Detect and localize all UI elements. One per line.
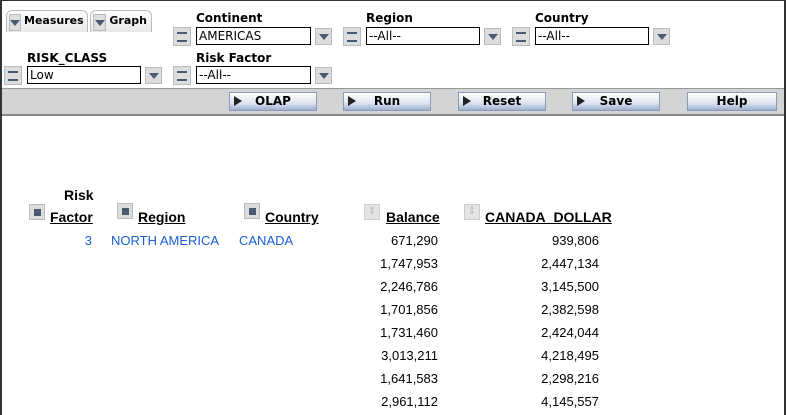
sort-icon[interactable]: ⇕	[464, 204, 480, 220]
country-dropdown-icon[interactable]	[653, 28, 670, 45]
country-link[interactable]: CANADA	[239, 233, 293, 248]
tab-measures[interactable]: Measures	[6, 10, 88, 32]
canada-dollar-cell: 2,447,134	[541, 256, 599, 271]
country-label: Country	[535, 11, 589, 25]
chevron-down-icon	[9, 14, 21, 31]
canada-dollar-cell: 939,806	[552, 233, 599, 248]
risk-factor-header-line1: Risk	[64, 187, 94, 203]
country-operator-button[interactable]	[512, 27, 530, 46]
region-header[interactable]: Region	[138, 209, 185, 225]
help-label: Help	[716, 94, 748, 108]
canada-dollar-cell: 4,145,557	[541, 394, 599, 409]
save-button[interactable]: Save	[572, 92, 660, 111]
risk-factor-dropdown-icon[interactable]	[315, 67, 332, 84]
balance-cell: 1,747,953	[380, 256, 438, 271]
risk-class-dropdown-icon[interactable]	[145, 67, 162, 84]
tab-label: Graph	[109, 14, 147, 27]
country-header[interactable]: Country	[265, 209, 319, 225]
region-label: Region	[366, 11, 413, 25]
risk-factor-select[interactable]: --All--	[196, 66, 311, 84]
risk-factor-header[interactable]: Factor	[50, 209, 93, 225]
canada-dollar-cell: 3,145,500	[541, 279, 599, 294]
canada-dollar-cell: 2,298,216	[541, 371, 599, 386]
balance-cell: 3,013,211	[381, 348, 438, 363]
play-icon	[577, 96, 585, 106]
play-icon	[463, 96, 471, 106]
risk-factor-link[interactable]: 3	[62, 233, 92, 248]
canada-dollar-header[interactable]: CANADA_DOLLAR	[485, 209, 612, 225]
risk-class-label: RISK_CLASS	[27, 51, 108, 65]
region-dropdown-icon[interactable]	[484, 28, 501, 45]
continent-label: Continent	[196, 11, 263, 25]
tab-label: Measures	[24, 14, 84, 27]
run-button[interactable]: Run	[343, 92, 431, 111]
help-button[interactable]: Help	[687, 92, 777, 111]
country-select[interactable]: --All--	[535, 27, 649, 45]
balance-cell: 2,961,112	[381, 394, 438, 409]
canada-dollar-cell: 2,424,044	[541, 325, 599, 340]
toolbar: OLAP Run Reset Save Help	[2, 88, 784, 116]
collapse-icon[interactable]	[244, 203, 260, 219]
risk-class-select[interactable]: Low	[27, 66, 141, 84]
balance-cell: 1,731,460	[380, 325, 438, 340]
balance-cell: 1,701,856	[380, 302, 438, 317]
continent-operator-button[interactable]	[173, 27, 191, 46]
risk-factor-label: Risk Factor	[196, 51, 272, 65]
reset-button[interactable]: Reset	[458, 92, 546, 111]
balance-header[interactable]: Balance	[386, 209, 440, 225]
balance-cell: 671,290	[391, 233, 438, 248]
continent-dropdown-icon[interactable]	[315, 28, 332, 45]
reset-label: Reset	[482, 94, 522, 108]
canada-dollar-cell: 4,218,495	[541, 348, 599, 363]
save-label: Save	[599, 94, 633, 108]
chevron-down-icon	[93, 14, 107, 31]
region-link[interactable]: NORTH AMERICA	[111, 233, 219, 248]
risk-factor-operator-button[interactable]	[173, 66, 191, 85]
region-operator-button[interactable]	[343, 27, 361, 46]
sort-icon[interactable]: ⇕	[364, 204, 380, 220]
collapse-icon[interactable]	[29, 204, 45, 220]
olap-button[interactable]: OLAP	[229, 92, 317, 111]
collapse-icon[interactable]	[117, 203, 133, 219]
region-select[interactable]: --All--	[366, 27, 480, 45]
risk-class-operator-button[interactable]	[4, 66, 22, 85]
canada-dollar-cell: 2,382,598	[541, 302, 599, 317]
play-icon	[348, 96, 356, 106]
olap-label: OLAP	[255, 94, 291, 108]
continent-select[interactable]: AMERICAS	[196, 27, 311, 45]
play-icon	[234, 96, 242, 106]
tab-graph[interactable]: Graph	[90, 10, 152, 32]
balance-cell: 2,246,786	[380, 279, 438, 294]
balance-cell: 1,641,583	[380, 371, 438, 386]
run-label: Run	[373, 94, 401, 108]
